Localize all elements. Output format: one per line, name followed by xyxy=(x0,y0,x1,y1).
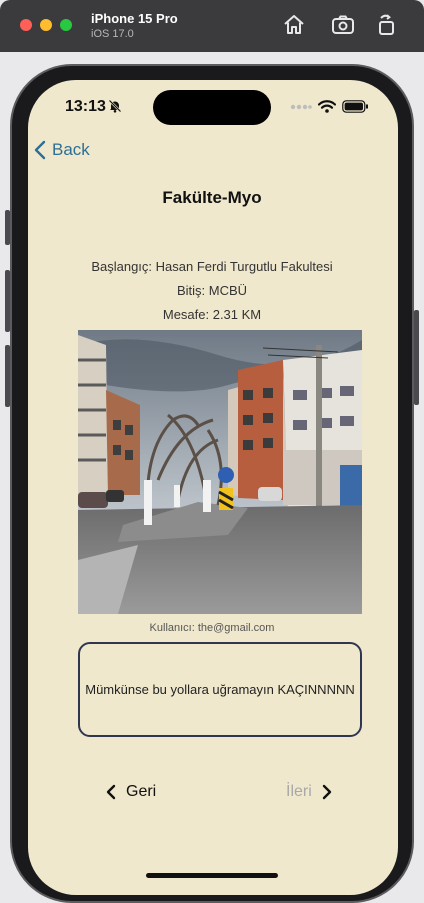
next-button[interactable]: İleri xyxy=(286,783,332,801)
battery-icon xyxy=(342,100,368,113)
route-distance: Mesafe: 2.31 KM xyxy=(162,307,262,322)
status-time: 13:13 xyxy=(65,98,106,115)
previous-button[interactable]: Geri xyxy=(106,783,156,801)
route-photo xyxy=(78,330,362,614)
next-label: İleri xyxy=(286,783,312,800)
route-title: Fakülte-Myo xyxy=(162,188,262,207)
back-button[interactable]: Back xyxy=(34,140,90,160)
rotate-icon[interactable] xyxy=(375,13,399,37)
comment-text: Mümkünse bu yollara uğramayın KAÇINNNNN xyxy=(85,682,355,697)
comment-box: Mümkünse bu yollara uğramayın KAÇINNNNN xyxy=(78,642,362,737)
home-indicator[interactable] xyxy=(146,873,278,878)
status-icons xyxy=(290,100,369,113)
street-photo-image xyxy=(78,330,362,614)
chevron-left-icon xyxy=(34,140,46,160)
route-start: Başlangıç: Hasan Ferdi Turgutlu Fakultes… xyxy=(91,259,333,274)
wifi-icon xyxy=(318,100,336,113)
volume-up-button xyxy=(5,270,10,332)
os-version: iOS 17.0 xyxy=(91,28,134,40)
zoom-window-button[interactable] xyxy=(60,19,72,31)
screenshot-icon[interactable] xyxy=(331,13,355,37)
signal-dots-icon xyxy=(290,104,312,109)
app-screen: 13:13 Back Fakülte-Myo Başlangıç: Hasan … xyxy=(28,80,398,895)
route-user: Kullanıcı: the@gmail.com xyxy=(149,622,275,634)
dynamic-island xyxy=(153,90,271,125)
back-label: Back xyxy=(52,140,90,159)
power-button xyxy=(414,310,419,405)
route-end: Bitiş: MCBÜ xyxy=(176,283,248,298)
minimize-window-button[interactable] xyxy=(40,19,52,31)
volume-down-button xyxy=(5,345,10,407)
bell-slash-icon xyxy=(108,99,122,113)
home-icon[interactable] xyxy=(282,13,306,37)
action-button xyxy=(5,210,10,245)
device-name: iPhone 15 Pro xyxy=(91,11,178,26)
simulator-toolbar: iPhone 15 Pro iOS 17.0 xyxy=(0,0,424,52)
chevron-right-icon xyxy=(322,784,331,800)
close-window-button[interactable] xyxy=(20,19,32,31)
previous-label: Geri xyxy=(126,783,157,800)
chevron-left-icon xyxy=(106,784,116,800)
